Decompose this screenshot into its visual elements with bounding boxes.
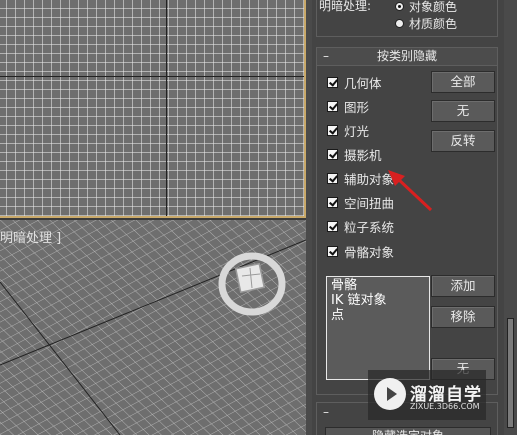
- watermark-url: ZIXUE.3D66.COM: [410, 402, 480, 411]
- panel-scrollbar[interactable]: [504, 0, 517, 435]
- material-color-label: 材质颜色: [409, 17, 458, 31]
- object-color-radio[interactable]: 对象颜色: [395, 0, 457, 15]
- viewport-shading-label[interactable]: 明暗处理 ]: [0, 227, 61, 246]
- annotation-arrow-icon: [388, 170, 433, 212]
- collapse-icon: –: [323, 405, 329, 419]
- checkbox-geometry[interactable]: 几何体: [327, 74, 382, 91]
- checkbox-label: 几何体: [344, 75, 382, 91]
- hide-selected-button[interactable]: 隐藏选定对象: [325, 427, 491, 435]
- world-axis-y: [166, 0, 167, 216]
- checkbox-checked-icon: [327, 245, 338, 257]
- checkbox-checked-icon: [327, 148, 338, 160]
- add-button[interactable]: 添加: [431, 275, 495, 297]
- shading-label: 明暗处理:: [319, 0, 372, 13]
- checkbox-checked-icon: [327, 100, 338, 112]
- checkbox-shapes[interactable]: 图形: [327, 98, 370, 115]
- list-item[interactable]: IK 链对象: [331, 293, 425, 308]
- checkbox-label: 灯光: [344, 123, 370, 139]
- checkbox-label: 摄影机: [344, 147, 382, 163]
- radio-icon: [395, 2, 404, 11]
- point-helper-icon[interactable]: [216, 252, 296, 332]
- all-button[interactable]: 全部: [431, 71, 495, 93]
- app-root: 明暗处理 ] 明暗处理: 对象颜色 材质颜色 – 按类别隐藏 几何体 图形 灯光…: [0, 0, 517, 435]
- material-color-radio[interactable]: 材质颜色: [395, 15, 457, 32]
- checkbox-helpers[interactable]: 辅助对象: [327, 170, 394, 187]
- radio-icon: [395, 19, 404, 28]
- checkbox-checked-icon: [327, 172, 338, 184]
- remove-button[interactable]: 移除: [431, 306, 495, 328]
- watermark: 溜溜自学 ZIXUE.3D66.COM: [368, 370, 486, 420]
- checkbox-lights[interactable]: 灯光: [327, 122, 370, 139]
- list-item[interactable]: 点: [331, 308, 425, 323]
- checkbox-checked-icon: [327, 76, 338, 88]
- invert-button[interactable]: 反转: [431, 130, 495, 152]
- checkbox-bone-objects[interactable]: 骨骼对象: [327, 243, 395, 260]
- perspective-viewport[interactable]: [0, 220, 306, 435]
- checkbox-label: 粒子系统: [344, 219, 395, 235]
- world-axis-x: [0, 76, 304, 77]
- collapse-icon: –: [323, 49, 329, 63]
- checkbox-checked-icon: [327, 220, 338, 232]
- rollout-header[interactable]: – 按类别隐藏: [317, 48, 497, 66]
- checkbox-label: 骨骼对象: [344, 244, 395, 260]
- display-color-rollout: 明暗处理: 对象颜色 材质颜色: [316, 0, 498, 37]
- object-color-label: 对象颜色: [409, 0, 458, 14]
- rollout-title: 按类别隐藏: [376, 49, 437, 63]
- checkbox-particle-systems[interactable]: 粒子系统: [327, 218, 395, 235]
- checkbox-checked-icon: [327, 124, 338, 136]
- play-logo-icon: [374, 378, 406, 410]
- checkbox-checked-icon: [327, 196, 338, 208]
- none-button[interactable]: 无: [431, 100, 495, 122]
- checkbox-label: 图形: [344, 99, 370, 115]
- category-listbox[interactable]: 骨骼 IK 链对象 点: [326, 276, 430, 380]
- top-viewport[interactable]: [0, 0, 306, 218]
- checkbox-space-warps[interactable]: 空间扭曲: [327, 194, 394, 211]
- scrollbar-thumb[interactable]: [507, 318, 514, 428]
- checkbox-cameras[interactable]: 摄影机: [327, 146, 382, 163]
- list-item[interactable]: 骨骼: [331, 278, 425, 293]
